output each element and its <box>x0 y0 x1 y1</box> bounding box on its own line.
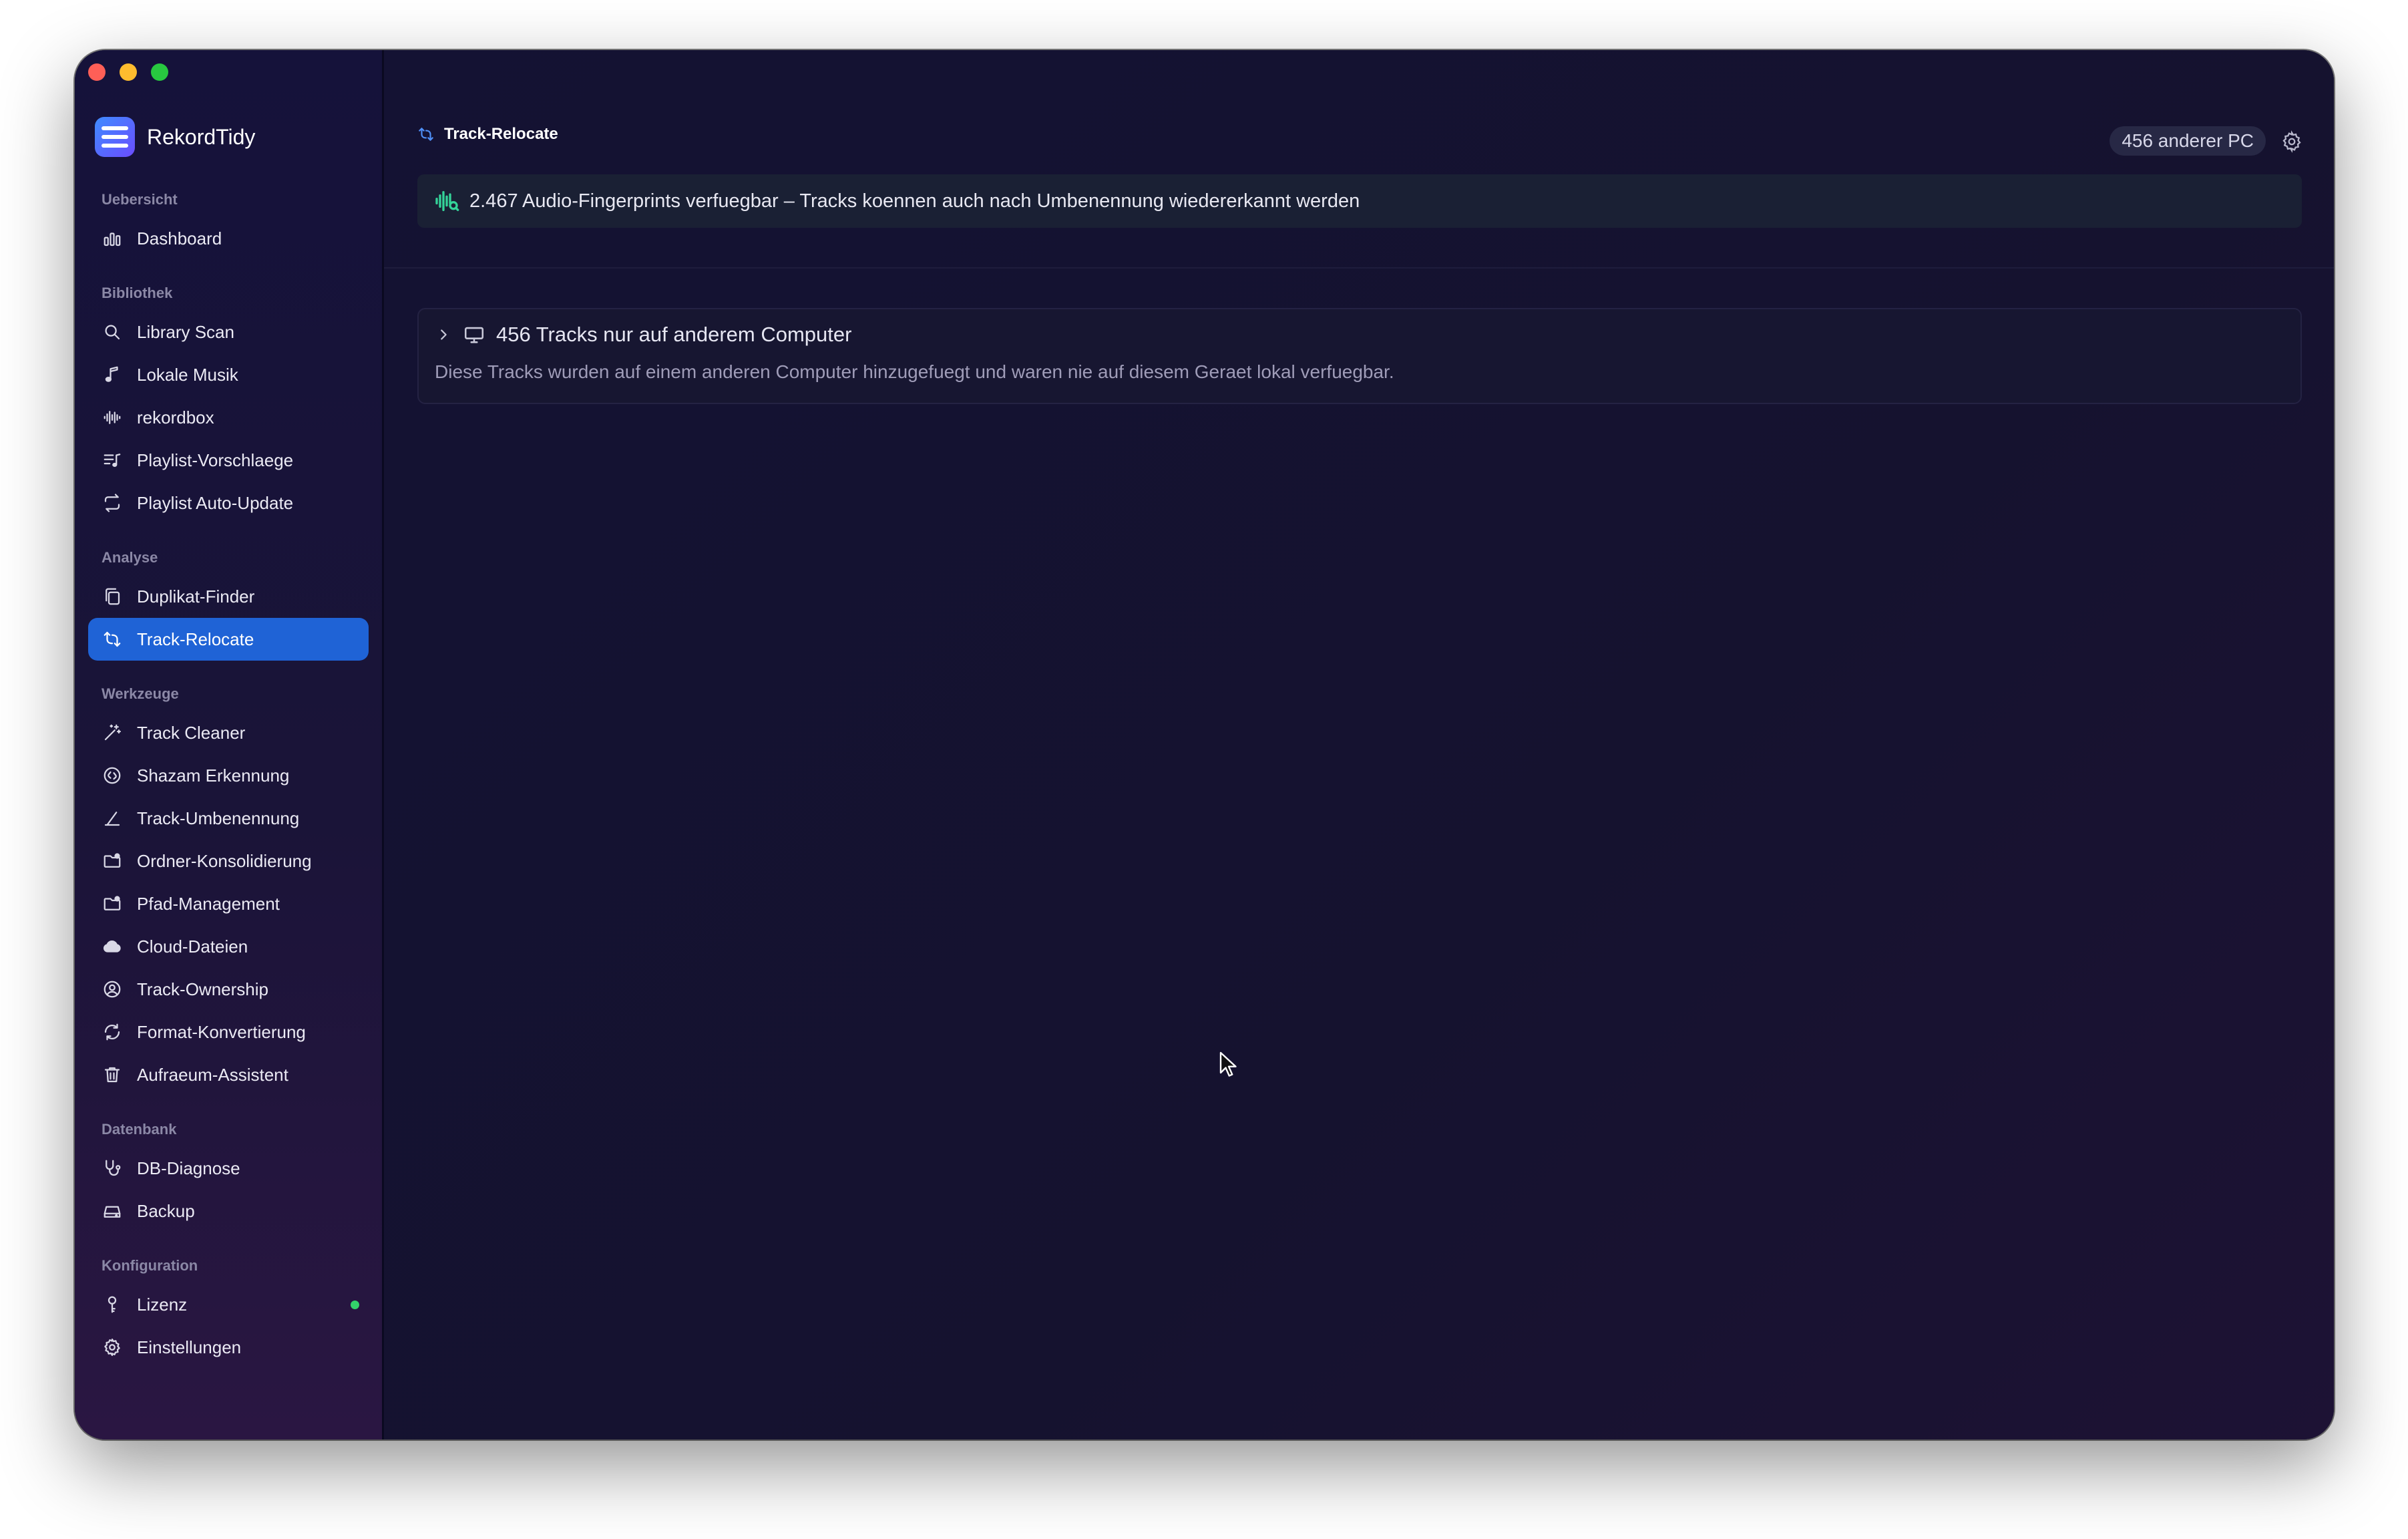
sidebar-item-label: Track-Relocate <box>137 629 254 649</box>
playlist-icon <box>102 450 123 471</box>
stethoscope-icon <box>102 1158 123 1179</box>
group-description: Diese Tracks wurden auf einem anderen Co… <box>435 361 1394 382</box>
sidebar-item-label: Lokale Musik <box>137 364 238 385</box>
key-icon <box>102 1294 123 1315</box>
close-window-button[interactable] <box>88 63 106 81</box>
brand: RekordTidy <box>95 117 255 157</box>
monitor-icon <box>464 327 484 343</box>
sidebar-item-label: Shazam Erkennung <box>137 765 290 786</box>
bar-chart-icon <box>102 228 123 249</box>
minimize-window-button[interactable] <box>120 63 137 81</box>
group-header[interactable]: 456 Tracks nur auf anderem Computer <box>436 323 851 347</box>
sidebar-item-dashboard[interactable]: Dashboard <box>88 217 369 260</box>
group-title: 456 Tracks nur auf anderem Computer <box>496 323 852 346</box>
sidebar-section-header: Bibliothek <box>102 285 173 301</box>
zoom-window-button[interactable] <box>151 63 168 81</box>
sidebar-item-label: Track Cleaner <box>137 722 246 743</box>
sidebar-item-label: Einstellungen <box>137 1337 242 1357</box>
folder-gear-icon <box>102 850 123 872</box>
gear-icon <box>102 1337 123 1358</box>
sidebar-item-label: Playlist-Vorschlaege <box>137 450 294 470</box>
sidebar-section-header: Analyse <box>102 549 158 566</box>
music-note-icon <box>102 364 123 385</box>
app-logo-icon <box>95 117 135 157</box>
waveform-icon <box>102 407 123 428</box>
sidebar-item-label: Playlist Auto-Update <box>137 492 294 513</box>
app-window: RekordTidy Uebersicht Dashboard Bibliothek… <box>75 50 2334 1439</box>
magic-wand-icon <box>102 722 123 743</box>
sidebar-item-label: Lizenz <box>137 1294 188 1315</box>
sidebar-item-track-umbenennung[interactable]: Track-Umbenennung <box>88 797 369 840</box>
sidebar-item-playlist-auto-update[interactable]: Playlist Auto-Update <box>88 482 369 524</box>
sidebar-item-aufraeum-assistent[interactable]: Aufraeum-Assistent <box>88 1053 369 1096</box>
sidebar-item-rekordbox[interactable]: rekordbox <box>88 396 369 439</box>
sidebar-item-label: Ordner-Konsolidierung <box>137 850 312 871</box>
other-computer-tracks-group[interactable]: 456 Tracks nur auf anderem Computer Dies… <box>417 308 2302 404</box>
convert-icon <box>102 1021 123 1043</box>
folder-gear-icon <box>102 893 123 914</box>
user-circle-icon <box>102 979 123 1000</box>
relocate-icon <box>417 126 435 143</box>
cloud-icon <box>102 936 123 957</box>
sidebar-item-label: Backup <box>137 1200 195 1221</box>
page-title: Track-Relocate <box>444 125 558 143</box>
settings-gear-icon[interactable] <box>2280 130 2303 153</box>
rename-icon <box>102 808 123 829</box>
sidebar-item-lizenz[interactable]: Lizenz <box>88 1283 369 1326</box>
backup-drive-icon <box>102 1200 123 1222</box>
main-content: Track-Relocate 456 anderer PC 2.467 Audi… <box>384 50 2334 1439</box>
sidebar-item-track-relocate[interactable]: Track-Relocate <box>88 618 369 661</box>
sidebar-item-cloud-dateien[interactable]: Cloud-Dateien <box>88 925 369 968</box>
sidebar-item-db-diagnose[interactable]: DB-Diagnose <box>88 1147 369 1190</box>
sidebar-item-format-konvertierung[interactable]: Format-Konvertierung <box>88 1011 369 1053</box>
sidebar-nav: Uebersicht Dashboard Bibliothek Library Sca… <box>88 189 369 1369</box>
sidebar-item-pfad-management[interactable]: Pfad-Management <box>88 882 369 925</box>
sidebar-item-duplikat-finder[interactable]: Duplikat-Finder <box>88 575 369 618</box>
mouse-pointer-icon <box>1219 1051 1237 1077</box>
chevron-right-icon[interactable] <box>436 327 451 342</box>
other-pc-count-badge: 456 anderer PC <box>2110 126 2266 156</box>
sidebar-section-header: Konfiguration <box>102 1257 198 1274</box>
sidebar-item-track-cleaner[interactable]: Track Cleaner <box>88 711 369 754</box>
sidebar-item-label: Aufraeum-Assistent <box>137 1064 288 1085</box>
shazam-icon <box>102 765 123 786</box>
relocate-icon <box>102 629 123 650</box>
sidebar-section-header: Uebersicht <box>102 191 178 208</box>
trash-icon <box>102 1064 123 1085</box>
sidebar-item-label: Cloud-Dateien <box>137 936 248 957</box>
fingerprint-banner: 2.467 Audio-Fingerprints verfuegbar – Tr… <box>417 174 2302 228</box>
sidebar-item-label: Library Scan <box>137 321 234 342</box>
sidebar-item-label: Duplikat-Finder <box>137 586 255 607</box>
fingerprint-info-text: 2.467 Audio-Fingerprints verfuegbar – Tr… <box>469 190 1360 212</box>
license-status-dot <box>351 1301 359 1309</box>
sidebar-section-header: Datenbank <box>102 1121 177 1138</box>
page-header: Track-Relocate <box>417 125 558 144</box>
sidebar-item-label: Track-Umbenennung <box>137 808 300 828</box>
search-icon <box>102 321 123 343</box>
app-name: RekordTidy <box>147 124 256 149</box>
sidebar-item-lokale-musik[interactable]: Lokale Musik <box>88 353 369 396</box>
window-controls <box>88 63 168 81</box>
repeat-icon <box>102 492 123 514</box>
sidebar-item-label: DB-Diagnose <box>137 1158 240 1178</box>
sidebar-item-label: rekordbox <box>137 407 214 428</box>
fingerprint-waveform-icon <box>435 191 459 211</box>
sidebar-item-playlist-vorschlaege[interactable]: Playlist-Vorschlaege <box>88 439 369 482</box>
duplicate-icon <box>102 586 123 607</box>
sidebar-section-header: Werkzeuge <box>102 685 179 702</box>
sidebar-item-einstellungen[interactable]: Einstellungen <box>88 1326 369 1369</box>
sidebar-item-ordner-konsolidierung[interactable]: Ordner-Konsolidierung <box>88 840 369 882</box>
sidebar-item-label: Track-Ownership <box>137 979 268 999</box>
sidebar-item-shazam-erkennung[interactable]: Shazam Erkennung <box>88 754 369 797</box>
sidebar-item-track-ownership[interactable]: Track-Ownership <box>88 968 369 1011</box>
sidebar-item-library-scan[interactable]: Library Scan <box>88 311 369 353</box>
sidebar: RekordTidy Uebersicht Dashboard Bibliothek… <box>75 50 384 1439</box>
sidebar-item-label: Dashboard <box>137 228 222 248</box>
sidebar-item-backup[interactable]: Backup <box>88 1190 369 1232</box>
sidebar-item-label: Pfad-Management <box>137 893 280 914</box>
sidebar-item-label: Format-Konvertierung <box>137 1021 306 1042</box>
section-divider <box>384 267 2334 269</box>
